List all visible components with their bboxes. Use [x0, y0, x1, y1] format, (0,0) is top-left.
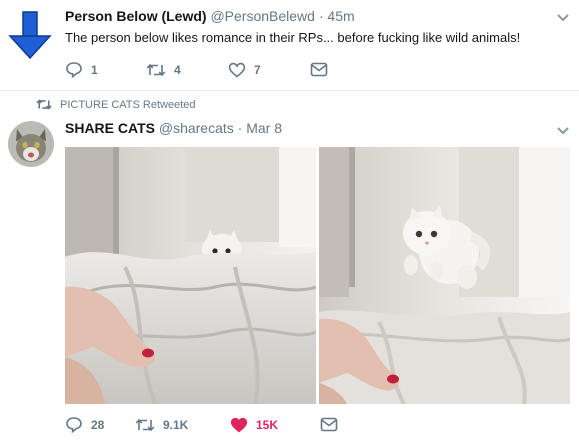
reply-icon	[66, 417, 82, 433]
avatar[interactable]	[8, 121, 54, 167]
chevron-down-icon[interactable]	[556, 126, 570, 136]
envelope-icon	[320, 417, 338, 432]
retweeted-by[interactable]: PICTURE CATS Retweeted	[60, 99, 196, 111]
direct-message-button[interactable]	[310, 62, 328, 77]
tweet[interactable]: PICTURE CATS Retweeted SHARE CATS @share…	[0, 91, 579, 442]
direct-message-button[interactable]	[320, 417, 338, 432]
like-button[interactable]: 15K	[230, 417, 320, 433]
tweet[interactable]: Person Below (Lewd) @PersonBelewd · 45m …	[0, 0, 579, 90]
separator: ·	[237, 120, 243, 136]
arrow-down-icon	[8, 11, 52, 60]
display-name[interactable]: Person Below (Lewd)	[65, 8, 207, 24]
like-button[interactable]: 7	[228, 62, 310, 78]
envelope-icon	[310, 62, 328, 77]
retweet-context: PICTURE CATS Retweeted	[36, 98, 196, 111]
like-count: 15K	[256, 417, 279, 432]
cat-peeking-photo[interactable]	[65, 147, 316, 404]
separator: ·	[318, 8, 324, 24]
timestamp[interactable]: 45m	[327, 8, 354, 24]
timestamp[interactable]: Mar 8	[246, 120, 282, 136]
reply-button[interactable]: 28	[65, 416, 135, 433]
reply-count: 28	[91, 417, 105, 432]
tweet-actions: 1 4 7	[65, 61, 328, 78]
like-count: 7	[254, 62, 261, 77]
media-grid	[65, 147, 570, 404]
retweet-button[interactable]: 4	[146, 62, 228, 78]
handle[interactable]: @PersonBelewd	[210, 8, 315, 24]
tweet-header: SHARE CATS @sharecats · Mar 8	[65, 120, 282, 136]
chevron-down-icon[interactable]	[556, 13, 570, 23]
retweet-icon	[135, 418, 155, 431]
heart-icon	[228, 62, 246, 78]
tweet-text: The person below likes romance in their …	[65, 30, 521, 45]
display-name[interactable]: SHARE CATS	[65, 120, 155, 136]
retweet-icon	[146, 63, 166, 76]
reply-icon	[66, 62, 82, 78]
handle[interactable]: @sharecats	[159, 120, 234, 136]
reply-button[interactable]: 1	[65, 61, 146, 78]
retweet-button[interactable]: 9.1K	[135, 417, 230, 433]
retweet-count: 9.1K	[163, 417, 189, 432]
tweet-header: Person Below (Lewd) @PersonBelewd · 45m	[65, 8, 355, 24]
heart-icon	[230, 417, 248, 432]
cat-jumping-photo[interactable]	[319, 147, 570, 404]
reply-count: 1	[91, 62, 98, 77]
retweet-count: 4	[174, 62, 181, 77]
tweet-actions: 28 9.1K 15K	[65, 416, 338, 433]
retweet-icon	[36, 99, 52, 110]
